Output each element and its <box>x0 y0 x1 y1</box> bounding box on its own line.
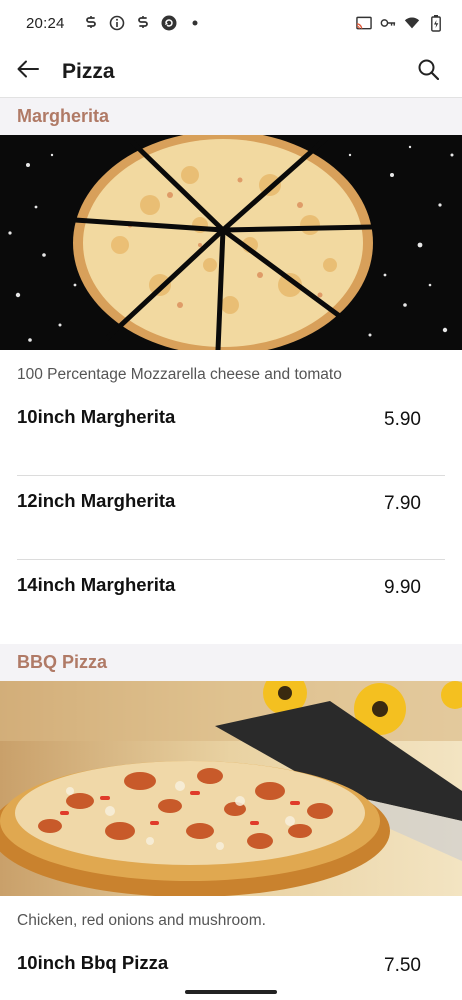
back-button[interactable] <box>0 46 56 98</box>
search-icon <box>418 59 439 85</box>
wifi-icon <box>404 15 420 31</box>
s-notification-icon <box>83 15 99 31</box>
key-icon <box>380 15 396 31</box>
battery-icon <box>428 14 444 32</box>
section-description: Chicken, red onions and mushroom. <box>17 912 266 929</box>
app-bar: Pizza <box>0 46 462 98</box>
status-time: 20:24 <box>26 14 65 32</box>
arrow-left-icon <box>17 60 39 83</box>
item-price: 5.90 <box>384 409 421 430</box>
item-name: 10inch Bbq Pizza <box>17 952 169 973</box>
section-title: BBQ Pizza <box>17 652 108 672</box>
section-header-margherita: Margherita <box>0 98 462 135</box>
menu-item[interactable]: 10inch Bbq Pizza 7.50 <box>17 938 445 988</box>
refresh-icon <box>161 15 177 31</box>
section-header-bbq-pizza: BBQ Pizza <box>0 644 462 681</box>
section-title: Margherita <box>17 106 110 126</box>
s-notification-icon <box>135 15 151 31</box>
item-price: 9.90 <box>384 577 421 598</box>
bbq-pizza-image <box>0 681 462 896</box>
menu-item[interactable]: 12inch Margherita 7.90 <box>17 476 445 560</box>
status-bar: 20:24 <box>0 0 462 46</box>
dot-icon <box>187 15 203 31</box>
section-description: 100 Percentage Mozzarella cheese and tom… <box>17 366 342 383</box>
gesture-nav-handle[interactable] <box>185 990 277 994</box>
info-icon <box>109 15 125 31</box>
item-price: 7.50 <box>384 955 421 976</box>
item-name: 14inch Margherita <box>17 574 176 595</box>
item-name: 10inch Margherita <box>17 406 176 427</box>
margherita-pizza-image <box>0 135 462 350</box>
search-button[interactable] <box>400 46 456 98</box>
menu-item[interactable]: 14inch Margherita 9.90 <box>17 560 445 644</box>
menu-item[interactable]: 10inch Margherita 5.90 <box>17 392 445 476</box>
item-price: 7.90 <box>384 493 421 514</box>
item-name: 12inch Margherita <box>17 490 176 511</box>
page-title: Pizza <box>62 59 115 83</box>
menu-content[interactable]: Margherita 100 Percentage Mozzarella che… <box>0 98 462 988</box>
cast-icon <box>356 15 372 31</box>
